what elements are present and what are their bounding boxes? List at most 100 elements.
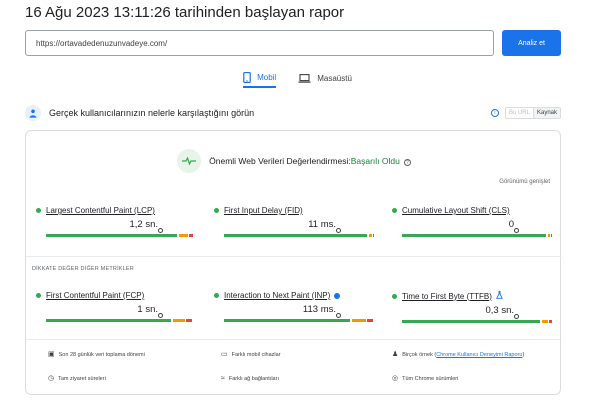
url-origin-toggle[interactable]: Bu URL Kaynak	[504, 107, 561, 119]
laptop-icon	[298, 74, 311, 83]
footer-network-text: Farklı ağ bağlantıları	[228, 376, 279, 382]
bar-good-segment	[46, 234, 177, 237]
distribution-bar	[402, 314, 552, 323]
bar-ni-segment	[368, 234, 372, 237]
footer-samples-text: Birçok örnek (Chrome Kullanıcı Deneyimi …	[402, 351, 524, 359]
distribution-bar	[224, 228, 374, 237]
toggle-this-url[interactable]: Bu URL	[506, 108, 533, 118]
tab-desktop-label: Masaüstü	[317, 74, 352, 83]
expand-view-link[interactable]: Görünümü genişlet	[499, 179, 550, 185]
smartphone-icon	[243, 72, 251, 83]
report-title: 16 Ağu 2023 13:11:26 tarihinden başlayan…	[25, 4, 345, 21]
crux-report-link[interactable]: Chrome Kullanıcı Deneyimi Raporu	[436, 352, 522, 358]
people-icon: ♟	[392, 351, 399, 358]
metric-fcp: First Contentful Paint (FCP) 1 sn.	[36, 291, 196, 322]
footer-period: ▣ Son 28 günlük veri toplama dönemi	[48, 351, 145, 359]
info-icon[interactable]: i	[490, 109, 499, 117]
lab-flask-icon[interactable]	[496, 291, 503, 301]
metric-name-link[interactable]: Cumulative Layout Shift (CLS)	[402, 206, 510, 215]
bar-good-segment	[224, 319, 350, 322]
bar-good-segment	[402, 320, 541, 323]
data-scope-footer: ▣ Son 28 günlük veri toplama dönemi ▭ Fark…	[26, 351, 562, 396]
bar-ni-segment	[178, 234, 188, 237]
good-status-dot	[392, 208, 397, 213]
section-title: Gerçek kullanıcılarınızın nelerle karşıl…	[49, 108, 255, 118]
calendar-icon: ▣	[48, 351, 55, 358]
p75-marker	[513, 228, 519, 233]
footer-period-text: Son 28 günlük veri toplama dönemi	[58, 352, 145, 358]
bar-ni-segment	[172, 319, 185, 322]
cwv-assessment-text: Önemli Web Verileri Değerlendirmesi:Başa…	[209, 156, 411, 167]
metric-value: 0,3 sn.	[485, 305, 514, 316]
bar-poor-segment	[366, 319, 373, 322]
metric-value: 11 ms.	[308, 219, 336, 230]
divider	[26, 339, 562, 340]
footer-samples-prefix: Birçok örnek (	[402, 352, 437, 358]
good-status-dot	[214, 293, 219, 298]
good-status-dot	[36, 208, 41, 213]
analyze-button[interactable]: Analiz et	[502, 30, 561, 56]
footer-chrome: ◎ Tüm Chrome sürümleri	[392, 375, 458, 383]
new-metric-icon[interactable]	[334, 292, 341, 299]
metric-name-link[interactable]: Time to First Byte (TTFB)	[402, 292, 492, 301]
p75-marker	[335, 313, 341, 318]
metric-fid: First Input Delay (FID) 11 ms.	[214, 206, 374, 237]
bar-ni-segment	[548, 234, 550, 237]
bar-ni-segment	[542, 320, 549, 323]
bar-poor-segment	[550, 234, 552, 237]
metric-ttfb: Time to First Byte (TTFB) 0,3 sn.	[392, 291, 552, 323]
footer-visits: ◷ Tam ziyaret süreleri	[48, 375, 106, 383]
p75-marker	[157, 228, 163, 233]
footer-chrome-text: Tüm Chrome sürümleri	[402, 376, 459, 382]
bar-poor-segment	[185, 319, 192, 322]
distribution-bar	[46, 313, 196, 322]
footer-network: ≈ Farklı ağ bağlantıları	[221, 375, 279, 383]
timer-icon: ◷	[48, 375, 55, 382]
cwv-label: Önemli Web Verileri Değerlendirmesi:	[209, 155, 351, 166]
metric-value: 1,2 sn.	[129, 219, 158, 230]
p75-marker	[335, 228, 341, 233]
bar-poor-segment	[549, 320, 552, 323]
good-status-dot	[36, 293, 41, 298]
good-status-dot	[214, 208, 219, 213]
good-status-dot	[392, 293, 397, 299]
footer-devices-text: Farklı mobil cihazlar	[231, 352, 281, 358]
metric-value: 113 ms.	[302, 304, 336, 315]
pulse-icon	[177, 149, 202, 173]
bar-poor-segment	[372, 234, 374, 237]
tab-mobile-label: Mobil	[257, 73, 277, 82]
distribution-bar	[224, 313, 374, 322]
users-icon	[25, 105, 41, 121]
wifi-icon: ≈	[221, 375, 225, 382]
bar-good-segment	[46, 319, 171, 322]
tab-mobile[interactable]: Mobil	[243, 72, 277, 88]
cwv-panel: Önemli Web Verileri Değerlendirmesi:Başa…	[25, 130, 562, 396]
bar-poor-segment	[188, 234, 193, 237]
help-icon[interactable]: ?	[403, 159, 411, 167]
footer-visits-text: Tam ziyaret süreleri	[58, 376, 106, 382]
cwv-status: Başarılı Oldu	[350, 155, 400, 166]
toggle-origin[interactable]: Kaynak	[532, 108, 560, 118]
tab-desktop[interactable]: Masaüstü	[298, 72, 352, 88]
footer-devices: ▭ Farklı mobil cihazlar	[221, 351, 281, 359]
distribution-bar	[46, 228, 196, 237]
other-metrics-label: DİKKATE DEĞER DİĞER METRİKLER	[32, 266, 134, 272]
footer-samples: ♟ Birçok örnek (Chrome Kullanıcı Deneyimi…	[392, 351, 562, 359]
p75-marker	[157, 313, 163, 318]
distribution-bar	[402, 228, 552, 237]
bar-good-segment	[224, 234, 367, 237]
chrome-icon: ◎	[392, 375, 399, 382]
metric-inp: Interaction to Next Paint (INP) 113 ms.	[214, 291, 374, 322]
footer-samples-suffix: )	[522, 352, 525, 358]
metric-name-link[interactable]: Largest Contentful Paint (LCP)	[46, 206, 155, 215]
device-tabs: Mobil Masaüstü	[0, 72, 595, 88]
metric-name-link[interactable]: First Contentful Paint (FCP)	[46, 291, 144, 300]
divider	[26, 256, 562, 257]
url-input[interactable]: https://ortavadedenuzunvadeye.com/	[25, 30, 494, 56]
metric-name-link[interactable]: First Input Delay (FID)	[224, 206, 303, 215]
metric-name-link[interactable]: Interaction to Next Paint (INP)	[224, 291, 330, 300]
p75-marker	[513, 314, 519, 319]
cwv-assessment: Önemli Web Verileri Değerlendirmesi:Başa…	[26, 149, 562, 173]
field-data-header: Gerçek kullanıcılarınızın nelerle karşıl…	[25, 104, 561, 122]
metric-cls: Cumulative Layout Shift (CLS) 0	[392, 206, 552, 237]
